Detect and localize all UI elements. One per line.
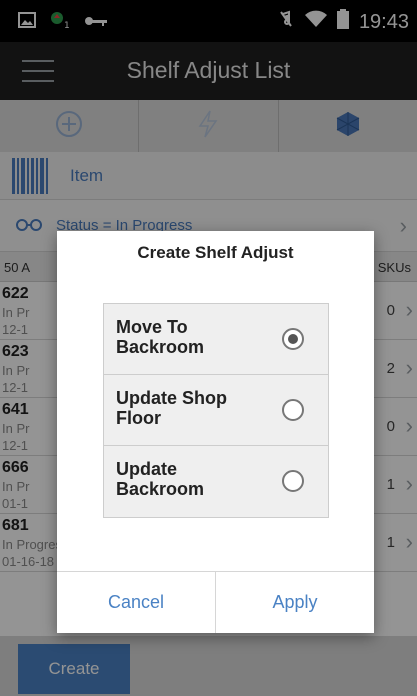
cancel-button[interactable]: Cancel [57,572,216,633]
radio-button-selected[interactable] [282,328,304,350]
option-move-to-backroom[interactable]: Move To Backroom [104,304,328,375]
apply-button[interactable]: Apply [216,572,374,633]
option-update-shop-floor[interactable]: Update Shop Floor [104,375,328,446]
option-update-backroom[interactable]: Update Backroom [104,446,328,517]
radio-button[interactable] [282,399,304,421]
adjust-type-options: Move To Backroom Update Shop Floor Updat… [103,303,329,518]
dialog-footer: Cancel Apply [57,571,374,633]
option-label: Update Shop Floor [116,388,227,428]
option-label: Move To Backroom [116,317,205,357]
create-shelf-adjust-dialog: Create Shelf Adjust Move To Backroom Upd… [57,231,374,633]
radio-button[interactable] [282,470,304,492]
dialog-title: Create Shelf Adjust [137,243,294,262]
option-label: Update Backroom [116,459,205,499]
